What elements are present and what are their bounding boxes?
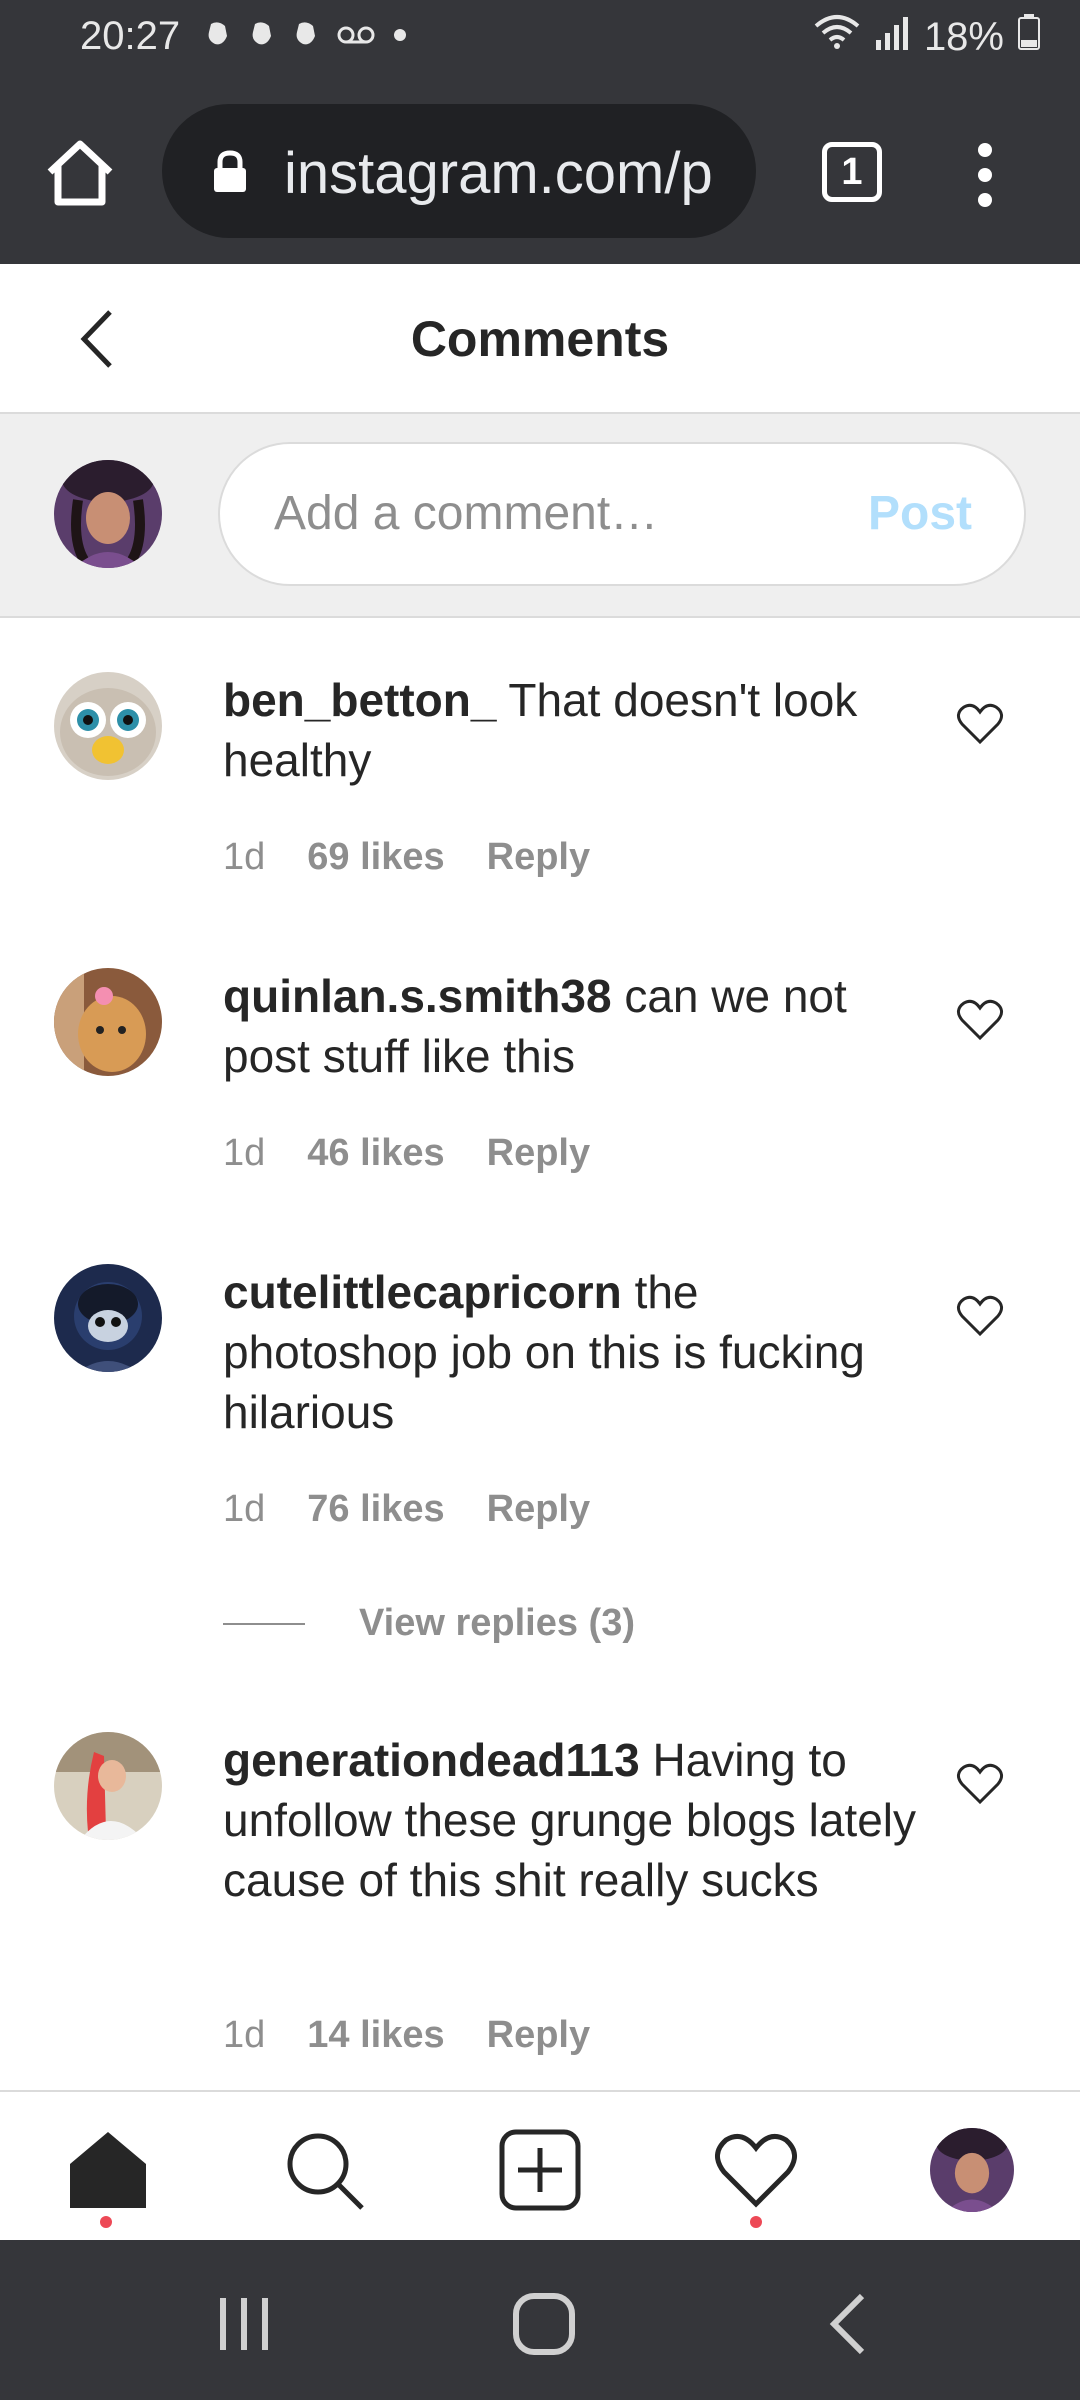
- comments-list: ben_betton_ That doesn't look healthy 1d…: [0, 620, 1080, 2090]
- dot-icon: [393, 28, 407, 47]
- comment-input-placeholder: Add a comment…: [274, 487, 659, 540]
- comment-text: cutelittlecapricorn the photoshop job on…: [223, 1262, 923, 1442]
- wifi-icon: [814, 14, 860, 60]
- system-back-icon[interactable]: [826, 2292, 870, 2361]
- reply-button[interactable]: Reply: [487, 1488, 590, 1531]
- like-heart-icon[interactable]: [956, 702, 1004, 746]
- status-right: 18%: [814, 14, 1040, 60]
- battery-text: 18%: [923, 14, 1004, 59]
- notification-icon: [293, 20, 319, 55]
- browser-toolbar: instagram.com/p 1: [0, 80, 1080, 264]
- like-heart-icon[interactable]: [956, 1294, 1004, 1338]
- battery-icon: [1018, 14, 1040, 60]
- system-navigation-bar: [0, 2240, 1080, 2400]
- tab-switcher-button[interactable]: 1: [822, 142, 882, 202]
- avatar[interactable]: [54, 1264, 162, 1372]
- like-heart-icon[interactable]: [956, 998, 1004, 1042]
- status-bar: 20:27 18%: [0, 0, 1080, 80]
- avatar[interactable]: [54, 968, 162, 1076]
- voicemail-icon: [337, 24, 375, 51]
- profile-avatar[interactable]: [930, 2128, 1014, 2212]
- comment-age: 1d: [223, 2014, 266, 2056]
- address-bar[interactable]: instagram.com/p: [162, 104, 756, 238]
- comment-username[interactable]: cutelittlecapricorn: [223, 1266, 622, 1318]
- notification-dot: [100, 2216, 112, 2228]
- bottom-nav: [0, 2090, 1080, 2240]
- comment-meta: 1d 76 likes Reply: [223, 1488, 590, 1531]
- comment-likes[interactable]: 14 likes: [307, 2014, 444, 2057]
- comment-text: ben_betton_ That doesn't look healthy: [223, 670, 923, 790]
- more-options-icon[interactable]: [970, 140, 1000, 210]
- view-replies-label: View replies (3): [359, 1602, 635, 1644]
- comment-username[interactable]: ben_betton_: [223, 674, 496, 726]
- post-button[interactable]: Post: [868, 486, 972, 541]
- divider: [223, 1622, 305, 1625]
- recent-apps-icon[interactable]: [214, 2294, 274, 2359]
- comment-age: 1d: [223, 836, 266, 878]
- system-home-icon[interactable]: [512, 2292, 576, 2361]
- comment-age: 1d: [223, 1132, 266, 1174]
- notification-icon: [205, 20, 231, 55]
- like-heart-icon[interactable]: [956, 1762, 1004, 1806]
- avatar[interactable]: [54, 672, 162, 780]
- avatar[interactable]: [54, 1732, 162, 1840]
- comment-age: 1d: [223, 1488, 266, 1530]
- notification-icon: [249, 20, 275, 55]
- activity-heart-icon[interactable]: [714, 2128, 798, 2212]
- url-text: instagram.com/p: [284, 141, 713, 206]
- search-icon[interactable]: [282, 2128, 366, 2212]
- comment-meta: 1d 46 likes Reply: [223, 1132, 590, 1175]
- reply-button[interactable]: Reply: [487, 2014, 590, 2057]
- reply-button[interactable]: Reply: [487, 836, 590, 879]
- comment-username[interactable]: generationdead113: [223, 1734, 640, 1786]
- comment-likes[interactable]: 69 likes: [307, 836, 444, 879]
- lock-icon: [210, 150, 250, 194]
- comment-input[interactable]: Add a comment… Post: [218, 442, 1026, 586]
- page-title: Comments: [410, 311, 670, 367]
- new-post-icon[interactable]: [498, 2128, 582, 2212]
- comment-meta: 1d 69 likes Reply: [223, 836, 590, 879]
- home-icon[interactable]: [40, 132, 120, 212]
- comment-text: generationdead113 Having to unfollow the…: [223, 1730, 923, 1910]
- home-nav-icon[interactable]: [66, 2128, 150, 2212]
- comment-composer: Add a comment… Post: [0, 414, 1080, 618]
- status-time: 20:27: [80, 14, 181, 58]
- avatar: [54, 460, 162, 568]
- view-replies-button[interactable]: View replies (3): [223, 1602, 635, 1645]
- notification-icons: [205, 20, 407, 55]
- comments-header: Comments: [0, 264, 1080, 414]
- reply-button[interactable]: Reply: [487, 1132, 590, 1175]
- comment-likes[interactable]: 46 likes: [307, 1132, 444, 1175]
- comment-meta: 1d 14 likes Reply: [223, 2014, 590, 2057]
- comment-likes[interactable]: 76 likes: [307, 1488, 444, 1531]
- notification-dot: [750, 2216, 762, 2228]
- comment-username[interactable]: quinlan.s.smith38: [223, 970, 612, 1022]
- comment-text: quinlan.s.smith38 can we not post stuff …: [223, 966, 923, 1086]
- signal-icon: [874, 15, 910, 60]
